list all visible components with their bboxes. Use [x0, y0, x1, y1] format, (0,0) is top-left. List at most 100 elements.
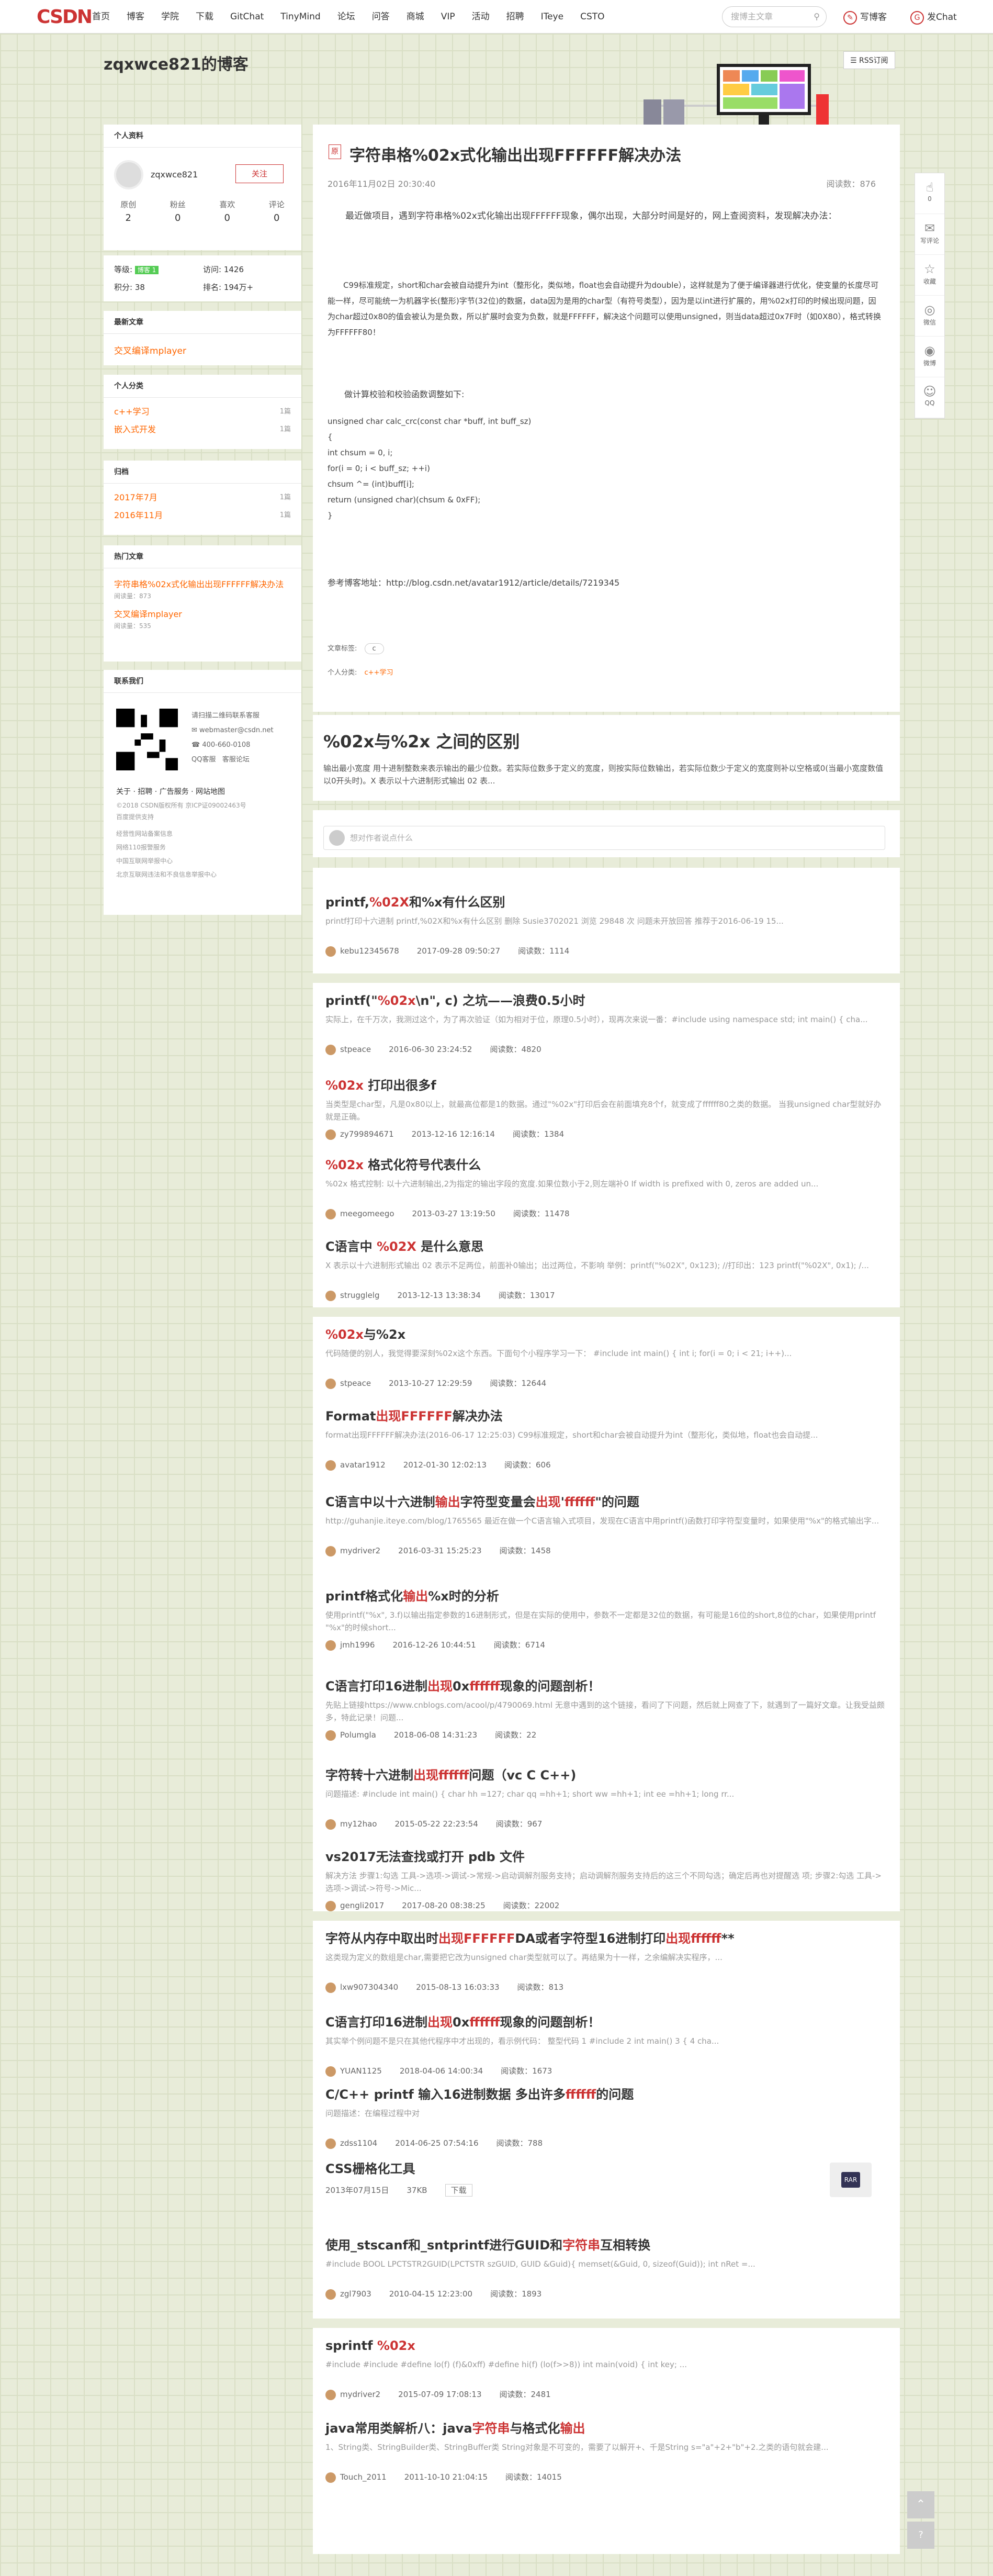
related-article-user[interactable]: mydriver2 — [340, 2390, 380, 2399]
related-article-title[interactable]: printf("%02x\n", c) 之坑——浪费0.5小时 — [325, 992, 887, 1009]
related-article-title[interactable]: Format出现FFFFFF解决办法 — [325, 1408, 887, 1425]
nav-item[interactable]: 招聘 — [498, 0, 533, 33]
help-button[interactable]: ? — [907, 2522, 934, 2549]
related-article[interactable]: printf格式化输出%x时的分析 使用printf("%x", 3.f)以输出指… — [325, 1588, 887, 1651]
blog-title[interactable]: zqxwce821的博客 — [104, 51, 249, 74]
user-avatar[interactable] — [325, 946, 336, 957]
related-article-user[interactable]: my12hao — [340, 1819, 377, 1829]
related-article-title[interactable]: C语言中以十六进制输出字符型变量会出现'ffffff"的问题 — [325, 1494, 887, 1510]
user-avatar[interactable] — [325, 1982, 336, 1993]
user-avatar[interactable] — [325, 1730, 336, 1741]
user-avatar[interactable] — [325, 2066, 336, 2077]
related-article-user[interactable]: lxw907304340 — [340, 1983, 398, 1992]
qq-button[interactable]: ☺ QQ — [915, 377, 944, 418]
comment-input[interactable]: 想对作者说点什么 — [323, 826, 885, 850]
related-article-user[interactable]: avatar1912 — [340, 1460, 386, 1470]
related-article-title[interactable]: java常用类解析八：java字符串与格式化输出 — [325, 2420, 887, 2437]
archive-item[interactable]: 2017年7月 1篇 — [114, 489, 291, 507]
related-article-title[interactable]: C语言打印16进制出现0xffffff现象的问题剖析！ — [325, 2014, 887, 2031]
legal-link[interactable]: 网络110报警服务 — [116, 841, 217, 854]
nav-item[interactable]: VIP — [433, 0, 464, 33]
rss-button[interactable]: ☰ RSS订阅 — [843, 51, 895, 69]
nav-item[interactable]: 下载 — [187, 0, 222, 33]
nav-item[interactable]: TinyMind — [272, 0, 329, 33]
chat-button[interactable]: G 发Chat — [910, 9, 957, 25]
related-article-title[interactable]: %02x与%2x — [325, 1326, 887, 1343]
related-article-user[interactable]: jmh1996 — [340, 1640, 375, 1650]
related-article[interactable]: Format出现FFFFFF解决办法 format出现FFFFFF解决办法(201… — [325, 1408, 887, 1471]
related-article[interactable]: %02x 打印出很多f 当类型是char型，凡是0x80以上，就最高位都是1的数据… — [325, 1077, 887, 1140]
nav-item[interactable]: 首页 — [84, 0, 118, 33]
latest-article-link[interactable]: 交叉编译mplayer — [104, 334, 301, 366]
profile-stat[interactable]: 原创 2 — [104, 198, 153, 225]
scroll-top-button[interactable]: ⌃ — [907, 2491, 934, 2518]
related-article-title[interactable]: 字符从内存中取出时出现FFFFFFDA或者字符型16进制打印出现ffffff** — [325, 1930, 887, 1947]
user-avatar[interactable] — [325, 1290, 336, 1301]
nav-item[interactable]: ITeye — [533, 0, 572, 33]
search-icon[interactable]: ⚲ — [814, 7, 820, 27]
related-article[interactable]: C语言中以十六进制输出字符型变量会出现'ffffff"的问题 http://guh… — [325, 1494, 887, 1556]
related-article-user[interactable]: meegomeego — [340, 1209, 394, 1218]
related-article[interactable]: CSS栅格化工具 2013年07月15日 37KB 下载 RAR — [325, 2160, 887, 2197]
download-button[interactable]: 下载 — [445, 2184, 472, 2197]
nav-item[interactable]: 博客 — [118, 0, 153, 33]
related-article-title[interactable]: %02x 格式化符号代表什么 — [325, 1157, 887, 1173]
nav-item[interactable]: GitChat — [222, 0, 272, 33]
nav-item[interactable]: 论坛 — [329, 0, 364, 33]
user-avatar[interactable] — [325, 1900, 336, 1911]
related-article-user[interactable]: gengli2017 — [340, 1901, 384, 1910]
related-article-title[interactable]: vs2017无法查找或打开 pdb 文件 — [325, 1849, 887, 1865]
related-article-user[interactable]: stpeace — [340, 1045, 371, 1054]
related-article[interactable]: sprintf %02x #include #include #define lo… — [325, 2337, 887, 2400]
user-avatar[interactable] — [325, 1044, 336, 1055]
related-article-user[interactable]: kebu12345678 — [340, 946, 399, 956]
archive-item[interactable]: 2016年11月 1篇 — [114, 507, 291, 524]
related-article-user[interactable]: zdss1104 — [340, 2138, 377, 2148]
related-article[interactable]: vs2017无法查找或打开 pdb 文件 解决方法 步骤1:勾选 工具->选项->… — [325, 1849, 887, 1911]
related-article-title[interactable]: printf,%02X和%x有什么区别 — [325, 894, 887, 911]
related-article[interactable]: C/C++ printf 输入16进制数据 多出许多ffffff的问题 问题描述：… — [325, 2086, 887, 2149]
related-article[interactable]: printf,%02X和%x有什么区别 printf打印十六进制 printf,%… — [325, 894, 887, 957]
thumb-up-button[interactable]: ☝ 0 — [915, 173, 944, 214]
email-link[interactable]: ✉ webmaster@csdn.net — [191, 723, 274, 738]
reference-link[interactable]: 参考博客地址：http://blog.csdn.net/avatar1912/a… — [328, 576, 619, 588]
search-input[interactable]: 搜博主文章 ⚲ — [722, 6, 827, 27]
hot-article-item[interactable]: 交叉编译mplayer 阅读量：535 — [114, 608, 291, 630]
related-article-title[interactable]: C语言打印16进制出现0xffffff现象的问题剖析！ — [325, 1678, 887, 1695]
nav-item[interactable]: 活动 — [464, 0, 498, 33]
comment-button[interactable]: ✉ 写评论 — [915, 214, 944, 255]
related-article-title[interactable]: %02x 打印出很多f — [325, 1077, 887, 1094]
nav-item[interactable]: CSTO — [572, 0, 613, 33]
related-article[interactable]: java常用类解析八：java字符串与格式化输出 1、String类、String… — [325, 2420, 887, 2483]
related-article-user[interactable]: mydriver2 — [340, 1546, 380, 1555]
user-avatar[interactable] — [325, 1460, 336, 1471]
user-avatar[interactable] — [325, 2472, 336, 2483]
related-article-title[interactable]: 使用_stscanf和_sntprintf进行GUID和字符串互相转换 — [325, 2237, 887, 2254]
related-article[interactable]: C语言中 %02X 是什么意思 X 表示以十六进制形式输出 02 表示不足两位，前… — [325, 1238, 887, 1301]
service-forum-link[interactable]: 客服论坛 — [222, 756, 250, 764]
related-article[interactable]: C语言打印16进制出现0xffffff现象的问题剖析！ 其实举个例问题不是只在其他… — [325, 2014, 887, 2077]
related-article-user[interactable]: Touch_2011 — [340, 2472, 387, 2482]
hot-article-item[interactable]: 字符串格%02x式化输出出现FFFFFF解决办法 阅读量：873 — [114, 578, 291, 600]
user-avatar[interactable] — [325, 2138, 336, 2149]
profile-name[interactable]: zqxwce821 — [151, 170, 198, 180]
user-avatar[interactable] — [325, 1819, 336, 1830]
article-category[interactable]: c++学习 — [365, 669, 393, 677]
related-article-title[interactable]: printf格式化输出%x时的分析 — [325, 1588, 887, 1605]
profile-stat[interactable]: 评论 0 — [252, 198, 302, 225]
related-article[interactable]: C语言打印16进制出现0xffffff现象的问题剖析！ 先贴上链接https://… — [325, 1678, 887, 1741]
nav-item[interactable]: 问答 — [364, 0, 398, 33]
related-article-user[interactable]: zgl7903 — [340, 2289, 371, 2299]
related-article[interactable]: 字符转十六进制出现ffffff问题（vc C C++) 问题描述: #includ… — [325, 1767, 887, 1830]
related-article-user[interactable]: zy799894671 — [340, 1129, 394, 1139]
profile-stat[interactable]: 喜欢 0 — [202, 198, 252, 225]
user-avatar[interactable] — [325, 1640, 336, 1651]
follow-button[interactable]: 关注 — [235, 164, 284, 183]
nav-item[interactable]: 商城 — [398, 0, 433, 33]
user-avatar[interactable] — [325, 1129, 336, 1140]
bookmark-button[interactable]: ☆ 收藏 — [915, 255, 944, 296]
categories-item[interactable]: 嵌入式开发 1篇 — [114, 421, 291, 439]
related-article-title[interactable]: sprintf %02x — [325, 2337, 887, 2354]
footer-links[interactable]: 关于 · 招聘 · 广告服务 · 网站地图 — [116, 786, 225, 797]
user-avatar[interactable] — [325, 1208, 336, 1219]
